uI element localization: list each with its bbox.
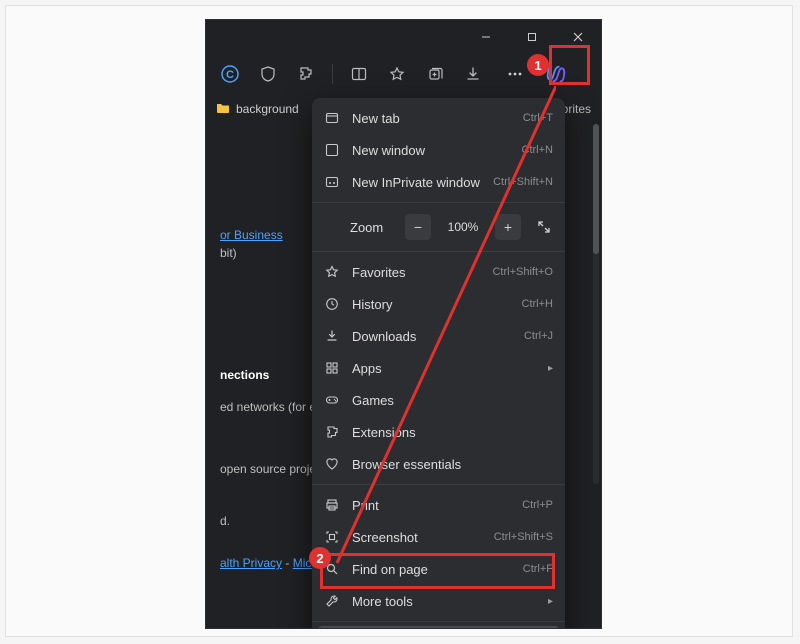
menu-new-tab[interactable]: New tab Ctrl+T xyxy=(312,102,565,134)
inprivate-icon xyxy=(324,174,340,190)
menu-label: Games xyxy=(352,393,553,408)
menu-label: History xyxy=(352,297,510,312)
zoom-out-button[interactable]: − xyxy=(405,214,431,240)
menu-extensions[interactable]: Extensions xyxy=(312,416,565,448)
menu-separator xyxy=(312,251,565,252)
menu-games[interactable]: Games xyxy=(312,384,565,416)
toolbar: C xyxy=(206,54,601,94)
favorites-icon xyxy=(324,264,340,280)
menu-separator xyxy=(312,484,565,485)
close-button[interactable] xyxy=(555,20,601,54)
menu-label: New window xyxy=(352,143,510,158)
downloads-icon xyxy=(324,328,340,344)
chevron-right-icon: ▸ xyxy=(548,596,553,607)
link-business[interactable]: or Business xyxy=(220,228,283,242)
menu-screenshot[interactable]: Screenshot Ctrl+Shift+S xyxy=(312,521,565,553)
window-titlebar xyxy=(206,20,601,54)
new-window-icon xyxy=(324,142,340,158)
toolbar-divider xyxy=(332,64,333,84)
menu-find[interactable]: Find on page Ctrl+F xyxy=(312,553,565,585)
menu-label: Apps xyxy=(352,361,536,376)
menu-shortcut: Ctrl+F xyxy=(523,563,553,575)
menu-label: Extensions xyxy=(352,425,553,440)
menu-inprivate[interactable]: New InPrivate window Ctrl+Shift+N xyxy=(312,166,565,198)
screenshot-frame: C xyxy=(5,5,793,637)
menu-label: Browser essentials xyxy=(352,457,553,472)
downloads-icon[interactable] xyxy=(461,62,485,86)
menu-history[interactable]: History Ctrl+H xyxy=(312,288,565,320)
menu-new-window[interactable]: New window Ctrl+N xyxy=(312,134,565,166)
text-dash: - xyxy=(282,556,293,570)
menu-label: Find on page xyxy=(352,562,511,577)
menu-shortcut: Ctrl+N xyxy=(522,144,553,156)
link-health-privacy[interactable]: alth Privacy xyxy=(220,556,282,570)
menu-shortcut: Ctrl+J xyxy=(524,330,553,342)
menu-browser-essentials[interactable]: Browser essentials xyxy=(312,448,565,480)
zoom-in-button[interactable]: + xyxy=(495,214,521,240)
favorites-right-truncated[interactable]: orites xyxy=(562,102,591,116)
menu-shortcut: Ctrl+Shift+O xyxy=(492,266,553,278)
zoom-label: Zoom xyxy=(350,220,395,235)
menu-separator xyxy=(312,202,565,203)
screenshot-icon xyxy=(324,529,340,545)
games-icon xyxy=(324,392,340,408)
menu-shortcut: Ctrl+P xyxy=(522,499,553,511)
maximize-button[interactable] xyxy=(509,20,555,54)
menu-downloads[interactable]: Downloads Ctrl+J xyxy=(312,320,565,352)
menu-label: Favorites xyxy=(352,265,480,280)
chevron-right-icon: ▸ xyxy=(548,363,553,374)
menu-shortcut: Ctrl+Shift+S xyxy=(494,531,553,543)
svg-text:C: C xyxy=(226,69,234,81)
settings-and-more-menu: New tab Ctrl+T New window Ctrl+N New InP… xyxy=(312,98,565,628)
menu-zoom-row: Zoom − 100% + xyxy=(312,207,565,247)
tracking-prevention-icon[interactable] xyxy=(256,62,280,86)
extensions-menu-icon xyxy=(324,424,340,440)
menu-more-tools[interactable]: More tools ▸ xyxy=(312,585,565,617)
menu-favorites[interactable]: Favorites Ctrl+Shift+O xyxy=(312,256,565,288)
menu-apps[interactable]: Apps ▸ xyxy=(312,352,565,384)
menu-shortcut: Ctrl+T xyxy=(523,112,553,124)
menu-label: New InPrivate window xyxy=(352,175,481,190)
menu-print[interactable]: Print Ctrl+P xyxy=(312,489,565,521)
menu-shortcut: Ctrl+Shift+N xyxy=(493,176,553,188)
history-icon xyxy=(324,296,340,312)
menu-label: Downloads xyxy=(352,329,512,344)
spanner-icon xyxy=(324,593,340,609)
menu-shortcut: Ctrl+H xyxy=(522,298,553,310)
new-tab-icon xyxy=(324,110,340,126)
menu-label: Screenshot xyxy=(352,530,482,545)
minimize-button[interactable] xyxy=(463,20,509,54)
menu-label: New tab xyxy=(352,111,511,126)
print-icon xyxy=(324,497,340,513)
apps-icon xyxy=(324,360,340,376)
copilot-icon[interactable] xyxy=(545,63,567,85)
menu-separator xyxy=(312,621,565,622)
menu-settings[interactable]: Settings xyxy=(318,626,559,628)
zoom-percent: 100% xyxy=(441,220,485,234)
favorites-star-icon[interactable] xyxy=(385,62,409,86)
scrollbar-thumb[interactable] xyxy=(593,124,599,254)
collections-icon[interactable] xyxy=(423,62,447,86)
find-icon xyxy=(324,561,340,577)
edge-window: C xyxy=(206,20,601,628)
extensions-icon[interactable] xyxy=(294,62,318,86)
split-screen-icon[interactable] xyxy=(347,62,371,86)
favorites-folder-label[interactable]: background xyxy=(236,102,299,116)
fullscreen-button[interactable] xyxy=(531,214,557,240)
folder-icon xyxy=(216,102,230,117)
menu-label: Print xyxy=(352,498,510,513)
settings-and-more-button[interactable] xyxy=(499,59,531,89)
profile-icon[interactable]: C xyxy=(218,62,242,86)
heart-pulse-icon xyxy=(324,456,340,472)
menu-label: More tools xyxy=(352,594,536,609)
vertical-scrollbar[interactable] xyxy=(593,124,599,484)
